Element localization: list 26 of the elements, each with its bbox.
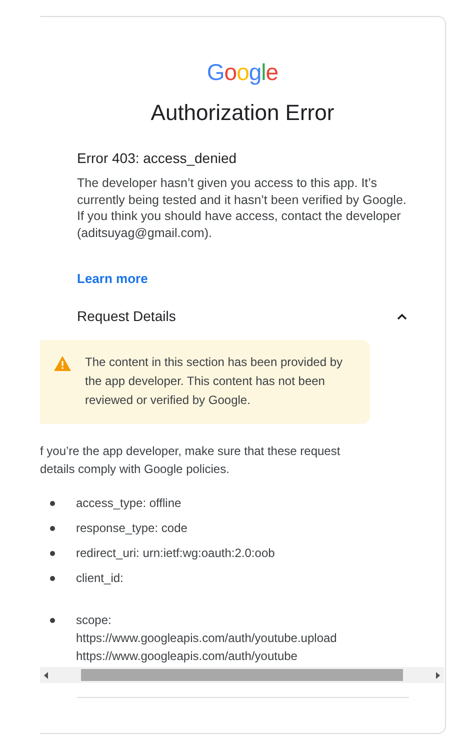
warning-text: The content in this section has been provided by the app developer. This content has not been reviewed or verified by Google. — [85, 354, 344, 409]
bullet-icon — [50, 526, 55, 531]
error-heading: Error 403: access_denied — [77, 150, 238, 166]
detail-text: scope: — [76, 612, 112, 629]
detail-text: access_type: offline — [76, 495, 182, 512]
detail-text: response_type: code — [76, 520, 188, 537]
bullet-icon — [50, 618, 55, 623]
bullet-icon — [50, 551, 55, 556]
bullet-icon — [50, 501, 55, 506]
page-title: Authorization Error — [150, 100, 334, 126]
chevron-icon[interactable] — [397, 312, 407, 320]
detail-text: client_id: — [76, 570, 124, 587]
warning-icon — [54, 356, 71, 371]
google-logo: Google — [206, 59, 278, 86]
scrollbar-thumb[interactable] — [81, 669, 403, 681]
scroll-right-icon[interactable] — [436, 672, 440, 678]
detail-text: redirect_uri: urn:ietf:wg:oauth:2.0:oob — [76, 545, 275, 562]
scroll-left-icon[interactable] — [44, 672, 48, 678]
scrollbar[interactable] — [40, 667, 444, 683]
intro-text: f you’re the app developer, make sure that these request details comply with Google policies. — [40, 443, 342, 478]
error-message: The developer hasn’t given you access to this app. It’s currently being tested and it hasn’t been verified by Google. If you think you should have access, contact the developer (aditsuyag@gmail.com). — [77, 175, 408, 241]
request-details-toggle[interactable]: Request Details — [77, 308, 176, 324]
learn-more-link[interactable]: Learn more — [77, 271, 148, 286]
bullet-icon — [50, 576, 55, 581]
detail-text: https://www.googleapis.com/auth/youtube.upload — [76, 630, 337, 647]
detail-text: https://www.googleapis.com/auth/youtube — [76, 648, 298, 665]
